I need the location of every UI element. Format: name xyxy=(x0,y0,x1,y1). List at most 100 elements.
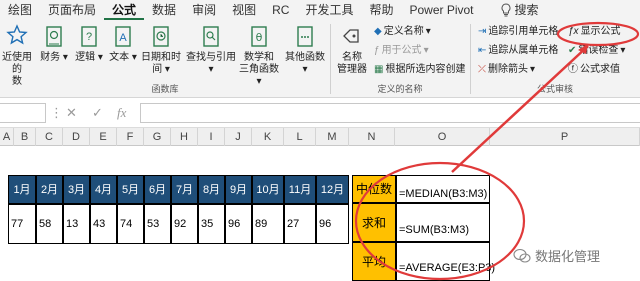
cancel-icon[interactable]: ✕ xyxy=(66,105,77,121)
tab-power-pivot[interactable]: Power Pivot xyxy=(401,0,481,20)
column-header[interactable]: P xyxy=(490,128,640,146)
value-cell[interactable]: 92 xyxy=(171,204,198,244)
formula-input[interactable] xyxy=(140,103,640,123)
date-time-button[interactable]: 日期和时间 ▾ xyxy=(138,24,184,76)
month-header-cell[interactable]: 12月 xyxy=(316,175,349,204)
search-label: 搜索 xyxy=(514,3,539,17)
watermark: 数据化管理 xyxy=(513,246,600,265)
month-header-cell[interactable]: 7月 xyxy=(171,175,198,204)
lookup-reference-label: 查找与引用 xyxy=(186,52,236,63)
value-cell[interactable]: 53 xyxy=(144,204,171,244)
date-time-label: 日期和时间 xyxy=(141,52,181,75)
value-cell[interactable]: 13 xyxy=(63,204,90,244)
logical-label: 逻辑 xyxy=(75,52,96,63)
column-header[interactable]: A xyxy=(0,128,14,146)
median-formula-cell[interactable]: =MEDIAN(B3:M3) xyxy=(396,175,490,203)
value-cell[interactable]: 89 xyxy=(252,204,284,244)
column-header[interactable]: D xyxy=(63,128,90,146)
month-header-cell[interactable]: 1月 xyxy=(8,175,36,204)
tab-rc[interactable]: RC xyxy=(264,0,297,20)
tab-data[interactable]: 数据 xyxy=(144,0,184,20)
trace-dependents-button[interactable]: ⇤ 追踪从属单元格 xyxy=(478,45,558,57)
evaluate-formula-button[interactable]: ⓕ 公式求值 xyxy=(568,64,620,76)
average-label-cell[interactable]: 平均 xyxy=(352,242,396,281)
tab-draw[interactable]: 绘图 xyxy=(0,0,40,20)
svg-text:θ: θ xyxy=(256,31,263,44)
math-trig-label-2: 三角函数 xyxy=(239,64,279,75)
tab-formulas[interactable]: 公式 xyxy=(104,0,145,20)
month-header-cell[interactable]: 5月 xyxy=(117,175,144,204)
trace-precedents-button[interactable]: ⇥ 追踪引用单元格 xyxy=(478,26,558,38)
remove-arrows-button[interactable]: ⤫ 删除箭头 ▾ xyxy=(478,64,535,76)
sum-label-cell[interactable]: 求和 xyxy=(352,203,396,242)
insert-function-icon[interactable]: fx xyxy=(117,105,126,121)
month-header-cell[interactable]: 3月 xyxy=(63,175,90,204)
column-header[interactable]: B xyxy=(14,128,36,146)
name-box-dropdown-icon[interactable]: ⋮ xyxy=(50,105,63,121)
use-in-formula-button[interactable]: ƒ 用于公式 ▾ xyxy=(374,45,429,57)
month-header-cell[interactable]: 8月 xyxy=(198,175,225,204)
more-functions-button[interactable]: 其他函数 ▾ xyxy=(284,24,326,76)
logical-button[interactable]: ? 逻辑 ▾ xyxy=(72,24,106,64)
create-from-selection-button[interactable]: ▦ 根据所选内容创建 xyxy=(374,64,465,76)
trace-precedents-label: 追踪引用单元格 xyxy=(488,26,559,37)
value-cell[interactable]: 96 xyxy=(225,204,252,244)
tab-developer[interactable]: 开发工具 xyxy=(297,0,361,20)
text-label: 文本 xyxy=(109,52,130,63)
enter-icon[interactable]: ✓ xyxy=(92,105,103,121)
month-header-cell[interactable]: 9月 xyxy=(225,175,252,204)
define-name-tag-icon: ◆ xyxy=(374,26,382,37)
recently-used-button[interactable]: 近使用的 数 xyxy=(0,24,34,88)
svg-text:?: ? xyxy=(86,31,92,43)
math-trig-button[interactable]: θ 数学和 三角函数 ▾ xyxy=(236,24,282,88)
name-box[interactable] xyxy=(0,103,46,123)
wechat-icon xyxy=(513,248,531,263)
logical-book-icon: ? xyxy=(81,26,97,47)
financial-button[interactable]: 财务 ▾ xyxy=(37,24,71,64)
ribbon-body: 近使用的 数 财务 ▾ ? 逻辑 ▾ A 文本 ▾ 日期和时间 ▾ 查找与引用 … xyxy=(0,20,640,98)
tab-review[interactable]: 审阅 xyxy=(184,0,224,20)
column-header[interactable]: M xyxy=(316,128,349,146)
text-book-icon: A xyxy=(115,26,131,47)
tab-help[interactable]: 帮助 xyxy=(361,0,401,20)
month-header-cell[interactable]: 10月 xyxy=(252,175,284,204)
value-cell[interactable]: 27 xyxy=(284,204,316,244)
show-formulas-button[interactable]: ƒx 显示公式 xyxy=(568,26,621,38)
sum-formula-cell[interactable]: =SUM(B3:M3) xyxy=(396,203,490,242)
average-formula-cell[interactable]: =AVERAGE(E3:P3) xyxy=(396,242,495,281)
error-checking-label: 错误检查 xyxy=(578,45,619,56)
tab-page-layout[interactable]: 页面布局 xyxy=(40,0,104,20)
column-header[interactable]: L xyxy=(284,128,316,146)
value-cell[interactable]: 96 xyxy=(316,204,349,244)
median-label-cell[interactable]: 中位数 xyxy=(352,175,396,203)
month-header-cell[interactable]: 4月 xyxy=(90,175,117,204)
column-header[interactable]: G xyxy=(144,128,171,146)
column-header[interactable]: E xyxy=(90,128,117,146)
search-box[interactable]: 搜索 xyxy=(492,0,547,20)
value-cell[interactable]: 35 xyxy=(198,204,225,244)
month-header-cell[interactable]: 11月 xyxy=(284,175,316,204)
column-header[interactable]: C xyxy=(36,128,63,146)
error-checking-button[interactable]: ✔ 错误检查 ▾ xyxy=(568,45,625,57)
lookup-reference-button[interactable]: 查找与引用 ▾ xyxy=(185,24,237,76)
use-in-formula-label: 用于公式 xyxy=(381,45,422,56)
month-header-cell[interactable]: 6月 xyxy=(144,175,171,204)
column-header[interactable]: F xyxy=(117,128,144,146)
month-header-cell[interactable]: 2月 xyxy=(36,175,63,204)
column-header[interactable]: O xyxy=(395,128,490,146)
column-header[interactable]: H xyxy=(171,128,198,146)
define-name-button[interactable]: ◆ 定义名称 ▾ xyxy=(374,26,431,38)
column-header[interactable]: I xyxy=(198,128,225,146)
column-header[interactable]: N xyxy=(349,128,395,146)
value-cell[interactable]: 43 xyxy=(90,204,117,244)
tab-view[interactable]: 视图 xyxy=(224,0,264,20)
value-cell[interactable]: 58 xyxy=(36,204,63,244)
column-header[interactable]: K xyxy=(252,128,284,146)
text-button[interactable]: A 文本 ▾ xyxy=(106,24,140,64)
name-manager-button[interactable]: 名称 管理器 xyxy=(333,24,371,76)
value-cell[interactable]: 74 xyxy=(117,204,144,244)
column-header[interactable]: J xyxy=(225,128,252,146)
value-cell[interactable]: 77 xyxy=(8,204,36,244)
math-trig-label: 数学和 xyxy=(244,52,274,63)
watermark-text: 数据化管理 xyxy=(535,249,601,264)
